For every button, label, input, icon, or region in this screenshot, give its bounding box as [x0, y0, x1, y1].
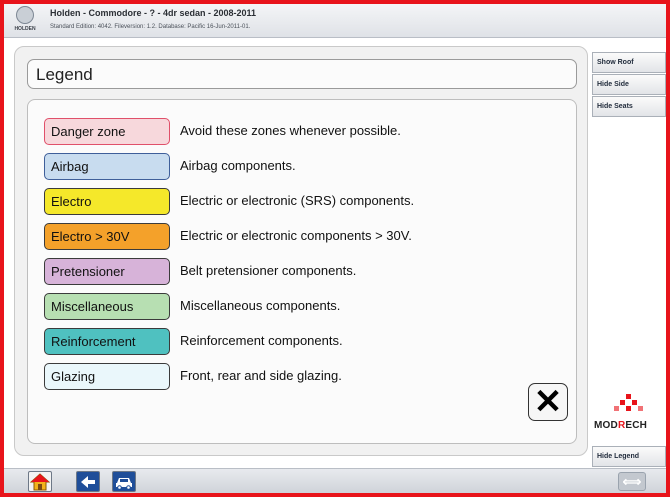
legend-tag-reinforcement: Reinforcement	[44, 328, 170, 355]
legend-desc-danger-zone: Avoid these zones whenever possible.	[180, 123, 401, 138]
legend-desc-electro: Electric or electronic (SRS) components.	[180, 193, 415, 208]
legend-row-danger-zone: Danger zone Avoid these zones whenever p…	[44, 118, 564, 145]
legend-tag-danger-zone: Danger zone	[44, 118, 170, 145]
legend-tag-pretensioner: Pretensioner	[44, 258, 170, 285]
legend-tag-miscellaneous: Miscellaneous	[44, 293, 170, 320]
legend-desc-pretensioner: Belt pretensioner components.	[180, 263, 357, 278]
legend-row-reinforcement: Reinforcement Reinforcement components.	[44, 328, 564, 355]
legend-row-electro-30v: Electro > 30V Electric or electronic com…	[44, 223, 564, 250]
legend-desc-airbag: Airbag components.	[180, 158, 296, 173]
logo-text: HOLDEN	[14, 26, 36, 32]
vehicle-button[interactable]	[112, 471, 136, 492]
legend-row-pretensioner: Pretensioner Belt pretensioner component…	[44, 258, 564, 285]
close-icon: ✕	[533, 383, 563, 421]
home-icon	[30, 472, 50, 490]
legend-row-electro: Electro Electric or electronic (SRS) com…	[44, 188, 564, 215]
legend-tag-glazing: Glazing	[44, 363, 170, 390]
legend-row-glazing: Glazing Front, rear and side glazing.	[44, 363, 564, 390]
legend-desc-reinforcement: Reinforcement components.	[180, 333, 343, 348]
legend-panel: Legend Danger zone Avoid these zones whe…	[14, 46, 588, 456]
moditech-wordmark: MODRECH	[594, 420, 648, 431]
arrow-left-icon	[81, 475, 95, 488]
back-button[interactable]	[76, 471, 100, 492]
car-icon	[116, 477, 132, 490]
edition-info: Standard Edition: 4042. Fileversion: 1.2…	[50, 24, 251, 30]
hide-seats-button[interactable]: Hide Seats	[592, 96, 666, 117]
vehicle-title: Holden - Commodore - ? - 4dr sedan - 200…	[50, 8, 257, 18]
legend-desc-miscellaneous: Miscellaneous components.	[180, 298, 341, 313]
legend-tag-electro: Electro	[44, 188, 170, 215]
hide-legend-button[interactable]: Hide Legend	[592, 446, 666, 467]
holden-logo: HOLDEN	[10, 6, 40, 36]
legend-desc-glazing: Front, rear and side glazing.	[180, 368, 342, 383]
legend-list: Danger zone Avoid these zones whenever p…	[27, 99, 577, 444]
hide-side-button[interactable]: Hide Side	[592, 74, 666, 95]
legend-row-airbag: Airbag Airbag components.	[44, 153, 564, 180]
expand-arrows-icon: ⟺	[622, 474, 642, 489]
legend-heading: Legend	[27, 59, 577, 89]
legend-tag-airbag: Airbag	[44, 153, 170, 180]
show-roof-button[interactable]: Show Roof	[592, 52, 666, 73]
legend-tag-electro-30v: Electro > 30V	[44, 223, 170, 250]
bottom-toolbar: ⟺	[4, 468, 666, 493]
close-legend-button[interactable]: ✕	[528, 383, 568, 421]
moditech-logo: MODRECH	[592, 392, 666, 442]
holden-lion-icon	[16, 6, 34, 24]
legend-desc-electro-30v: Electric or electronic components > 30V.	[180, 228, 412, 243]
legend-row-miscellaneous: Miscellaneous Miscellaneous components.	[44, 293, 564, 320]
home-button[interactable]	[28, 471, 52, 492]
app-header: HOLDEN Holden - Commodore - ? - 4dr seda…	[4, 4, 666, 38]
expand-button[interactable]: ⟺	[618, 472, 646, 491]
